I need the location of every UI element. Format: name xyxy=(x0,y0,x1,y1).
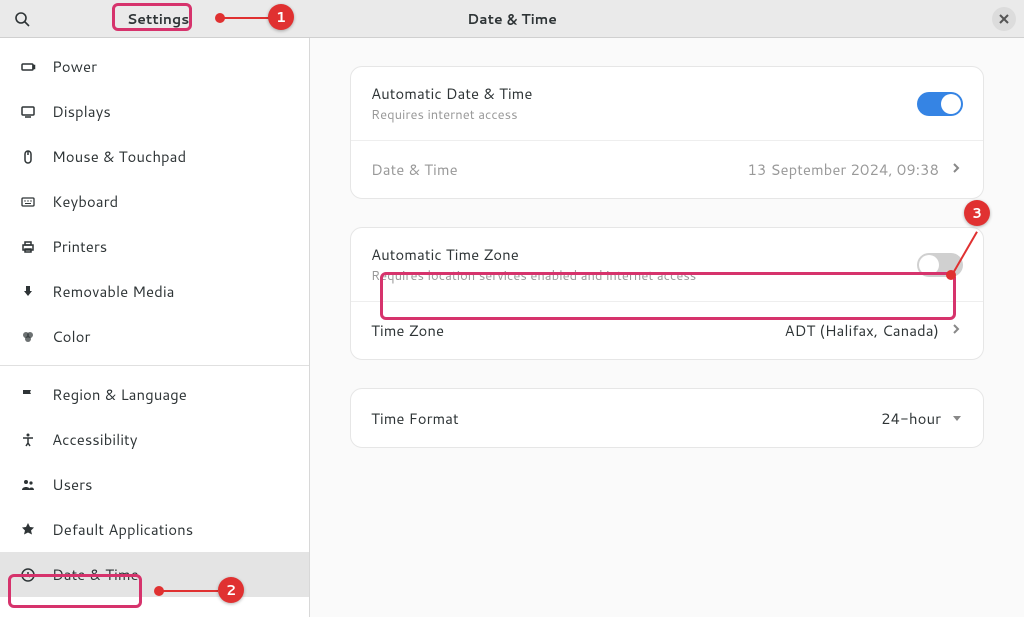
mouse-icon xyxy=(18,147,38,167)
caret-down-icon xyxy=(951,407,963,430)
sidebar-item-region[interactable]: Region & Language xyxy=(0,372,309,417)
body: Power Displays Mouse & Touchpad Keyboard… xyxy=(0,38,1024,617)
sidebar-item-label: Displays xyxy=(52,101,111,122)
sidebar-item-label: Keyboard xyxy=(52,191,118,212)
datetime-icon xyxy=(18,565,38,585)
row-subtitle: Requires location services enabled and i… xyxy=(371,267,917,285)
timeformat-row[interactable]: Time Format 24-hour xyxy=(351,389,983,447)
sidebar-divider xyxy=(0,365,309,366)
sidebar-item-label: Region & Language xyxy=(52,384,187,405)
auto-timezone-row[interactable]: Automatic Time Zone Requires location se… xyxy=(351,228,983,301)
power-icon xyxy=(18,57,38,77)
sidebar-item-label: Mouse & Touchpad xyxy=(52,146,186,167)
datetime-value: 13 September 2024, 09:38 xyxy=(747,159,939,180)
annotation-number-2: 2 xyxy=(218,577,244,603)
sidebar-item-mouse[interactable]: Mouse & Touchpad xyxy=(0,134,309,179)
row-title: Time Zone xyxy=(371,320,785,341)
removable-icon xyxy=(18,282,38,302)
displays-icon xyxy=(18,102,38,122)
annotation-number-3: 3 xyxy=(964,200,990,226)
sidebar-item-printers[interactable]: Printers xyxy=(0,224,309,269)
timeformat-value: 24-hour xyxy=(881,408,941,429)
timezone-row[interactable]: Time Zone ADT (Halifax, Canada) xyxy=(351,301,983,359)
keyboard-icon xyxy=(18,192,38,212)
search-button[interactable] xyxy=(8,5,36,33)
sidebar-item-label: Users xyxy=(52,474,92,495)
page-title: Date & Time xyxy=(467,9,557,29)
toggle-knob xyxy=(941,94,961,114)
sidebar-item-color[interactable]: Color xyxy=(0,314,309,359)
sidebar-item-label: Date & Time xyxy=(52,564,139,585)
search-icon xyxy=(14,11,30,27)
content-panel: Automatic Date & Time Requires internet … xyxy=(310,38,1024,617)
default-apps-icon xyxy=(18,520,38,540)
auto-datetime-toggle[interactable] xyxy=(917,92,963,116)
datetime-card: Automatic Date & Time Requires internet … xyxy=(350,66,984,199)
sidebar-item-label: Accessibility xyxy=(52,429,138,450)
row-subtitle: Requires internet access xyxy=(371,106,917,124)
sidebar-item-keyboard[interactable]: Keyboard xyxy=(0,179,309,224)
header-bar: Settings Date & Time xyxy=(0,0,1024,38)
annotation-number-1: 1 xyxy=(268,4,294,30)
timezone-value: ADT (Halifax, Canada) xyxy=(785,320,939,341)
sidebar-item-accessibility[interactable]: Accessibility xyxy=(0,417,309,462)
sidebar-item-default-apps[interactable]: Default Applications xyxy=(0,507,309,552)
close-icon xyxy=(998,13,1010,25)
sidebar-item-label: Removable Media xyxy=(52,281,174,302)
sidebar-item-displays[interactable]: Displays xyxy=(0,89,309,134)
chevron-right-icon xyxy=(949,158,963,181)
annotation-dot-2 xyxy=(154,586,164,596)
timezone-card: Automatic Time Zone Requires location se… xyxy=(350,227,984,360)
auto-datetime-row[interactable]: Automatic Date & Time Requires internet … xyxy=(351,67,983,140)
sidebar: Power Displays Mouse & Touchpad Keyboard… xyxy=(0,38,310,617)
region-icon xyxy=(18,385,38,405)
annotation-line-2 xyxy=(160,590,218,592)
chevron-right-icon xyxy=(949,319,963,342)
color-icon xyxy=(18,327,38,347)
toggle-knob xyxy=(919,255,939,275)
close-button[interactable] xyxy=(992,7,1016,31)
sidebar-item-users[interactable]: Users xyxy=(0,462,309,507)
datetime-row[interactable]: Date & Time 13 September 2024, 09:38 xyxy=(351,140,983,198)
sidebar-item-label: Power xyxy=(52,56,97,77)
sidebar-item-label: Default Applications xyxy=(52,519,193,540)
sidebar-item-label: Printers xyxy=(52,236,107,257)
sidebar-item-removable[interactable]: Removable Media xyxy=(0,269,309,314)
row-title: Automatic Date & Time xyxy=(371,83,917,104)
accessibility-icon xyxy=(18,430,38,450)
row-main: Automatic Date & Time Requires internet … xyxy=(371,83,917,124)
settings-title: Settings xyxy=(121,7,195,31)
annotation-line-1 xyxy=(220,17,272,19)
users-icon xyxy=(18,475,38,495)
printer-icon xyxy=(18,237,38,257)
sidebar-item-label: Color xyxy=(52,326,90,347)
sidebar-item-power[interactable]: Power xyxy=(0,44,309,89)
annotation-dot-3 xyxy=(946,270,956,280)
timeformat-card: Time Format 24-hour xyxy=(350,388,984,448)
row-title: Time Format xyxy=(371,408,881,429)
annotation-dot-1 xyxy=(215,13,225,23)
row-main: Automatic Time Zone Requires location se… xyxy=(371,244,917,285)
row-title: Automatic Time Zone xyxy=(371,244,917,265)
row-title: Date & Time xyxy=(371,159,747,180)
